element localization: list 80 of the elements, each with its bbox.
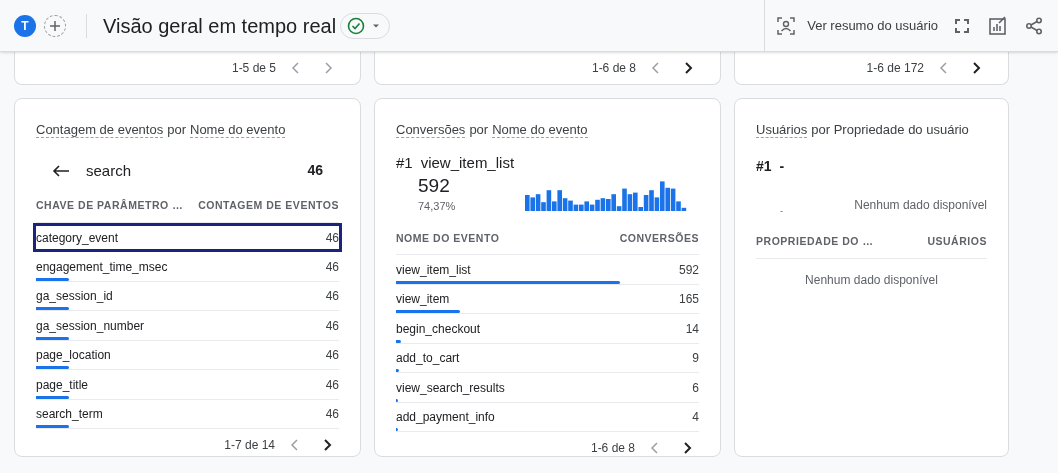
table-cell-text: ga_session_id — [36, 288, 113, 305]
column-header: NOME DO EVENTO — [396, 230, 500, 246]
table-cell-text: category_event — [36, 229, 119, 247]
table-row[interactable]: engagement_time_msec 46 — [36, 252, 339, 282]
table-row[interactable]: search_term 46 — [36, 399, 339, 430]
table-cell-text: 6 — [692, 379, 699, 397]
table-cell-text: 46 — [325, 347, 339, 364]
top-event-name: view_item_list — [420, 152, 515, 173]
selected-event-name: search — [86, 160, 132, 181]
table-row[interactable]: view_item 165 — [396, 284, 699, 315]
chevron-left-icon[interactable] — [650, 442, 660, 455]
table-cell-text: 46 — [325, 376, 339, 394]
rank-label: #1 — [756, 156, 772, 176]
table-cell-text: begin_checkout — [396, 320, 481, 338]
person-frame-icon — [777, 16, 796, 35]
top-event-value: 592 — [418, 174, 451, 198]
top-value-label: - — [779, 156, 785, 176]
table-cell-text: 14 — [685, 320, 699, 338]
card-title: Conversões por Nome do evento — [396, 121, 589, 140]
table-row[interactable]: page_location 46 — [36, 340, 339, 371]
table-row[interactable]: page_title 46 — [36, 370, 339, 400]
table-row[interactable]: view_item_list 592 — [396, 255, 699, 285]
rank-label: #1 — [396, 152, 413, 173]
table-cell-text: 46 — [325, 258, 339, 276]
table-row[interactable]: ga_session_id 46 — [36, 281, 339, 312]
pagination-label: 1-5 de 5 — [231, 59, 276, 77]
column-header: CHAVE DE PARÂMETRO … — [36, 198, 184, 213]
pagination-label: 1-6 de 8 — [590, 440, 635, 458]
table-cell-text: page_location — [36, 347, 111, 364]
table-cell-text: page_title — [36, 376, 89, 394]
table-cell-text: ga_session_number — [36, 317, 145, 335]
table-cell-text: 9 — [692, 350, 699, 367]
table-cell-text: 46 — [325, 406, 339, 423]
plus-icon — [49, 19, 61, 32]
user-snapshot-button[interactable]: Ver resumo do usuário — [777, 15, 938, 36]
table-row[interactable]: add_to_cart 9 — [396, 343, 699, 374]
table-cell-text: 46 — [325, 288, 339, 305]
table-cell-text: view_search_results — [396, 379, 505, 397]
column-header: PROPRIEDADE DO … — [756, 234, 874, 249]
chevron-right-icon[interactable] — [322, 439, 332, 452]
table-row[interactable]: begin_checkout 14 — [396, 314, 699, 344]
chevron-left-icon[interactable] — [291, 61, 301, 74]
card-title: Usuários por Propriedade do usuário — [756, 121, 970, 140]
column-header: CONVERSÕES — [619, 230, 699, 246]
check-circle-icon — [347, 16, 366, 35]
card-title: Contagem de eventos por Nome do evento — [36, 121, 287, 140]
table-row[interactable]: view_search_results 6 — [396, 373, 699, 403]
table-cell-text: 592 — [678, 261, 699, 279]
table-cell-text: view_item — [396, 291, 450, 308]
empty-table-message: Nenhum dado disponível — [804, 271, 939, 289]
pagination-label: 1-6 de 172 — [866, 59, 924, 77]
table-row[interactable]: category_event 46 — [33, 222, 342, 253]
chevron-left-icon[interactable] — [290, 439, 300, 452]
empty-chart-message: Nenhum dado disponível — [854, 197, 987, 215]
top-share-label: - — [779, 204, 783, 218]
table-cell-text: 4 — [692, 409, 699, 426]
table-cell-text: engagement_time_msec — [36, 258, 168, 276]
table-cell-text: search_term — [36, 406, 103, 423]
table-row[interactable]: ga_session_number 46 — [36, 311, 339, 341]
table-row[interactable]: add_payment_info 4 — [396, 402, 699, 433]
account-avatar[interactable]: T — [14, 14, 36, 37]
chevron-left-icon[interactable] — [651, 61, 661, 74]
table-cell-text: add_to_cart — [396, 350, 460, 367]
chevron-left-icon[interactable] — [939, 61, 949, 74]
table-cell-text: view_item_list — [396, 261, 471, 279]
back-arrow-icon[interactable] — [52, 163, 70, 178]
table-cell-text: 46 — [325, 317, 339, 335]
chevron-right-icon[interactable] — [971, 61, 981, 74]
pagination-label: 1-6 de 8 — [591, 59, 636, 77]
page-title: Visão geral em tempo real — [103, 13, 337, 39]
table-cell-text: 165 — [678, 291, 699, 308]
chevron-right-icon[interactable] — [683, 61, 693, 74]
chevron-right-icon[interactable] — [682, 442, 692, 455]
selected-event-count: 46 — [307, 161, 323, 181]
column-header: CONTAGEM DE EVENTOS — [198, 198, 339, 213]
column-header: USUÁRIOS — [927, 234, 987, 249]
table-cell-text: add_payment_info — [396, 409, 495, 426]
pagination-label: 1-7 de 14 — [224, 437, 275, 455]
table-cell-text: 46 — [325, 229, 339, 247]
top-event-share: 74,37% — [418, 199, 456, 214]
